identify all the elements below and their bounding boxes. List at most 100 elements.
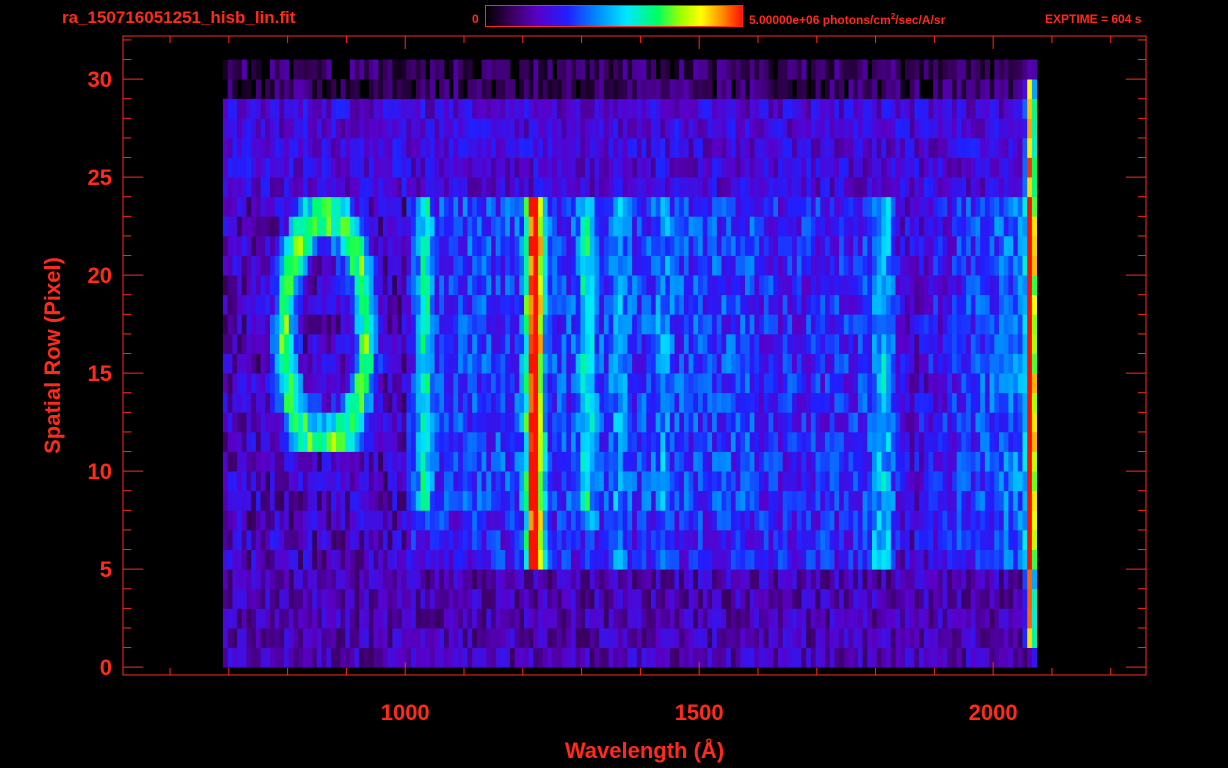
heatmap-cell — [603, 608, 609, 629]
heatmap-cell — [265, 137, 271, 158]
heatmap-cell — [914, 451, 920, 472]
heatmap-cell — [274, 353, 280, 374]
heatmap-cell — [740, 255, 746, 276]
heatmap-cell — [288, 373, 294, 394]
heatmap-cell — [618, 490, 624, 511]
heatmap-cell — [467, 510, 473, 531]
heatmap-cell — [778, 255, 784, 276]
heatmap-cell — [740, 314, 746, 335]
heatmap-cell — [933, 314, 939, 335]
heatmap-cell — [900, 647, 906, 668]
heatmap-cell — [364, 98, 370, 119]
heatmap-cell — [425, 628, 431, 648]
heatmap-cell — [335, 118, 341, 139]
heatmap-cell — [382, 137, 388, 158]
heatmap-cell — [698, 451, 704, 472]
heatmap-cell — [406, 647, 412, 668]
heatmap-cell — [298, 431, 304, 452]
heatmap-cell — [810, 451, 816, 472]
heatmap-cell — [509, 647, 515, 668]
heatmap-cell — [476, 216, 482, 237]
heatmap-cell — [448, 510, 454, 531]
heatmap-cell — [476, 471, 482, 492]
heatmap-cell — [975, 157, 981, 178]
heatmap-cell — [571, 647, 577, 668]
heatmap-cell — [787, 392, 793, 413]
heatmap-cell — [688, 235, 694, 256]
heatmap-cell — [867, 530, 873, 550]
heatmap-cell — [589, 118, 595, 139]
heatmap-cell — [453, 392, 459, 413]
heatmap-cell — [740, 294, 746, 315]
heatmap-cell — [279, 608, 285, 629]
heatmap-cell — [227, 235, 233, 256]
heatmap-cell — [881, 353, 887, 374]
heatmap-cell — [284, 216, 290, 237]
heatmap-cell — [735, 431, 741, 452]
heatmap-cell — [792, 333, 798, 354]
heatmap-cell — [919, 451, 925, 472]
heatmap-cell — [970, 294, 976, 315]
heatmap-cell — [429, 628, 435, 648]
heatmap-cell — [472, 510, 478, 531]
heatmap-cell — [801, 235, 807, 256]
heatmap-cell — [900, 608, 906, 629]
heatmap-cell — [359, 510, 365, 531]
heatmap-cell — [265, 294, 271, 315]
heatmap-cell — [613, 235, 619, 256]
heatmap-cell — [1017, 314, 1023, 335]
heatmap-cell — [636, 196, 642, 217]
heatmap-cell — [622, 216, 628, 237]
heatmap-cell — [580, 628, 586, 648]
heatmap-cell — [429, 471, 435, 492]
heatmap-cell — [373, 118, 379, 139]
heatmap-cell — [688, 608, 694, 629]
heatmap-cell — [547, 392, 553, 413]
heatmap-cell — [834, 471, 840, 492]
heatmap-cell — [674, 235, 680, 256]
heatmap-cell — [505, 353, 511, 374]
heatmap-cell — [721, 314, 727, 335]
heatmap-cell — [867, 216, 873, 237]
heatmap-cell — [382, 412, 388, 433]
heatmap-cell — [552, 549, 558, 570]
heatmap-cell — [693, 255, 699, 276]
heatmap-cell — [232, 412, 238, 433]
heatmap-cell — [787, 451, 793, 472]
heatmap-cell — [491, 569, 497, 590]
heatmap-cell — [552, 137, 558, 158]
heatmap-cell — [829, 255, 835, 276]
heatmap-cell — [961, 118, 967, 139]
heatmap-cell — [392, 451, 398, 472]
heatmap-cell — [491, 471, 497, 492]
heatmap-cell — [575, 412, 581, 433]
heatmap-cell — [411, 647, 417, 668]
heatmap-cell — [942, 294, 948, 315]
heatmap-cell — [434, 294, 440, 315]
heatmap-cell — [265, 235, 271, 256]
heatmap-cell — [726, 255, 732, 276]
heatmap-cell — [481, 177, 487, 198]
heatmap-cell — [288, 588, 294, 609]
heatmap-cell — [810, 196, 816, 217]
heatmap-cell — [730, 373, 736, 394]
heatmap-cell — [933, 471, 939, 492]
heatmap-cell — [956, 216, 962, 237]
heatmap-cell — [270, 588, 276, 609]
heatmap-cell — [415, 392, 421, 413]
heatmap-cell — [613, 647, 619, 668]
heatmap-cell — [505, 588, 511, 609]
heatmap-cell — [952, 373, 958, 394]
heatmap-cell — [453, 275, 459, 296]
heatmap-cell — [1003, 157, 1009, 178]
heatmap-cell — [547, 431, 553, 452]
heatmap-cell — [378, 196, 384, 217]
heatmap-cell — [933, 628, 939, 648]
heatmap-cell — [999, 392, 1005, 413]
heatmap-cell — [980, 490, 986, 511]
heatmap-cell — [524, 216, 530, 237]
heatmap-cell — [453, 530, 459, 550]
heatmap-cell — [923, 118, 929, 139]
heatmap-cell — [994, 216, 1000, 237]
heatmap-cell — [462, 549, 468, 570]
